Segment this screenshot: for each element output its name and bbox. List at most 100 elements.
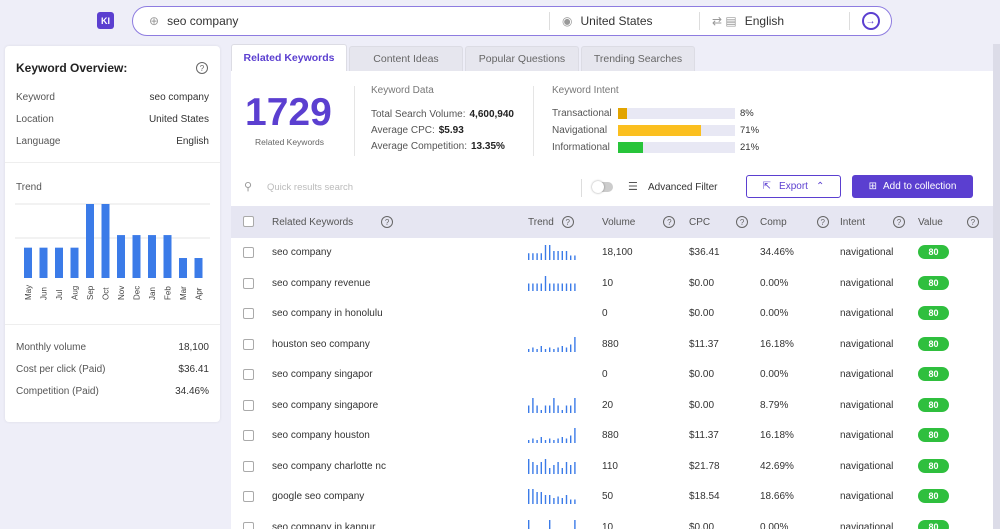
tab-related-keywords[interactable]: Related Keywords [231,44,347,71]
row-checkbox[interactable] [243,430,254,441]
sparkline-bar [528,348,530,352]
export-icon: ⇱ [762,181,772,192]
col-header-comp[interactable]: Comp? [760,216,829,228]
intent-label: Navigational [552,125,608,136]
tab-content-ideas[interactable]: Content Ideas [349,46,463,71]
sparkline-bar [574,428,576,443]
row-checkbox[interactable] [243,460,254,472]
keyword-cell[interactable]: seo company houston [272,430,370,441]
col-header-keyword[interactable]: Related Keywords? [272,216,394,228]
keyword-cell[interactable]: seo company singapor [272,369,373,380]
location-pin-icon: ◉ [562,14,573,28]
keyword-cell[interactable]: seo company singapore [272,400,378,411]
app-logo[interactable]: KI [97,12,114,29]
sparkline-bar [557,347,559,352]
row-checkbox[interactable] [243,308,254,319]
col-header-cpc[interactable]: CPC? [689,216,749,228]
kd-value: 4,600,940 [469,109,515,120]
sparkline-bar [544,348,547,352]
add-to-collection-button[interactable]: ⊞ Add to collection [852,175,973,198]
row-checkbox[interactable] [243,247,254,258]
help-icon[interactable]: ? [816,216,829,228]
sparkline-bar [557,283,559,291]
cpc-cell: $21.78 [689,460,720,472]
row-checkbox[interactable] [243,369,254,380]
divider [581,179,582,197]
sparkline-bar [532,461,534,474]
value-badge: 80 [918,275,949,290]
trend-month-label: Jan [148,287,157,300]
help-icon[interactable]: ? [561,216,574,228]
sparkline-bar [536,253,538,260]
keyword-data-row: Average Competition: 13.35% [371,141,505,152]
comp-cell: 0.00% [760,308,789,319]
keyword-cell[interactable]: seo company in honolulu [272,308,383,319]
page-scrollbar[interactable] [993,44,1000,529]
help-icon[interactable]: ? [196,62,208,74]
help-icon[interactable]: ? [736,216,749,228]
col-header-intent[interactable]: Intent? [840,216,906,228]
overview-row-language: Language English [16,136,209,147]
keyword-cell[interactable]: houston seo company [272,339,370,350]
overview-value: seo company [149,92,209,103]
volume-cell: 0 [602,308,608,319]
keyword-input[interactable]: ⊕ seo company [133,7,549,35]
keyword-cell[interactable]: seo company revenue [272,278,370,289]
intent-label: Transactional [552,108,612,119]
sparkline-bar [544,495,547,504]
row-checkbox[interactable] [243,521,254,529]
quick-search-input[interactable]: Quick results search [267,182,353,193]
row-checkbox[interactable] [243,277,254,289]
tab-popular-questions[interactable]: Popular Questions [465,46,579,71]
intent-cell: navigational [840,277,894,289]
keyword-cell[interactable]: seo company in kanpur [272,522,375,529]
row-checkbox[interactable] [243,491,254,502]
trend-bar [55,247,63,278]
sparkline-bar [532,489,534,504]
target-icon: ⊕ [149,14,160,28]
stat-cpc: Cost per click (Paid) $36.41 [16,364,209,375]
row-checkbox[interactable] [243,399,254,411]
sparkline-bar [532,438,534,443]
overview-row-location: Location United States [16,114,209,125]
sparkline-bar [574,283,576,291]
trend-sparkline [528,397,576,413]
col-header-volume[interactable]: Volume? [602,216,676,228]
col-header-trend[interactable]: Trend? [528,216,574,228]
location-select[interactable]: ◉ United States [549,12,699,30]
help-icon[interactable]: ? [381,216,394,228]
help-icon[interactable]: ? [893,216,906,228]
select-all-checkbox[interactable] [243,216,254,227]
sparkline-bar [565,405,568,413]
row-checkbox[interactable] [243,338,254,350]
search-submit-button[interactable]: → [849,12,891,30]
sparkline-bar [528,440,530,443]
tab-trending-searches[interactable]: Trending Searches [581,46,695,71]
cpc-cell: $18.54 [689,491,720,502]
advanced-filter-toggle[interactable] [592,181,613,193]
value-badge: 80 [918,367,949,381]
help-icon[interactable]: ? [966,216,979,228]
trend-bar [101,204,110,278]
intent-cell: navigational [840,308,894,319]
volume-cell: 50 [602,491,614,502]
overview-label: Location [16,114,54,125]
keyword-cell[interactable]: google seo company [272,491,364,502]
sparkline-bar [561,251,563,260]
export-label: Export [779,181,808,192]
trend-sparkline [528,489,576,504]
sparkline-bar [557,405,559,413]
overview-title: Keyword Overview: [16,61,128,75]
help-icon[interactable]: ? [663,216,676,228]
value-badge: 80 [918,336,949,351]
export-button[interactable]: ⇱ Export ⌃ [746,175,841,198]
advanced-filter-label[interactable]: Advanced Filter [648,182,717,193]
col-header-value[interactable]: Value? [918,216,979,228]
divider [533,86,534,156]
trend-month-label: Aug [71,286,80,300]
language-select[interactable]: ⇄ ▤ English [699,12,849,30]
keyword-cell[interactable]: seo company [272,247,331,258]
value-badge: 80 [918,489,949,503]
keyword-cell[interactable]: seo company charlotte nc [272,461,386,472]
sparkline-bar [536,440,538,443]
